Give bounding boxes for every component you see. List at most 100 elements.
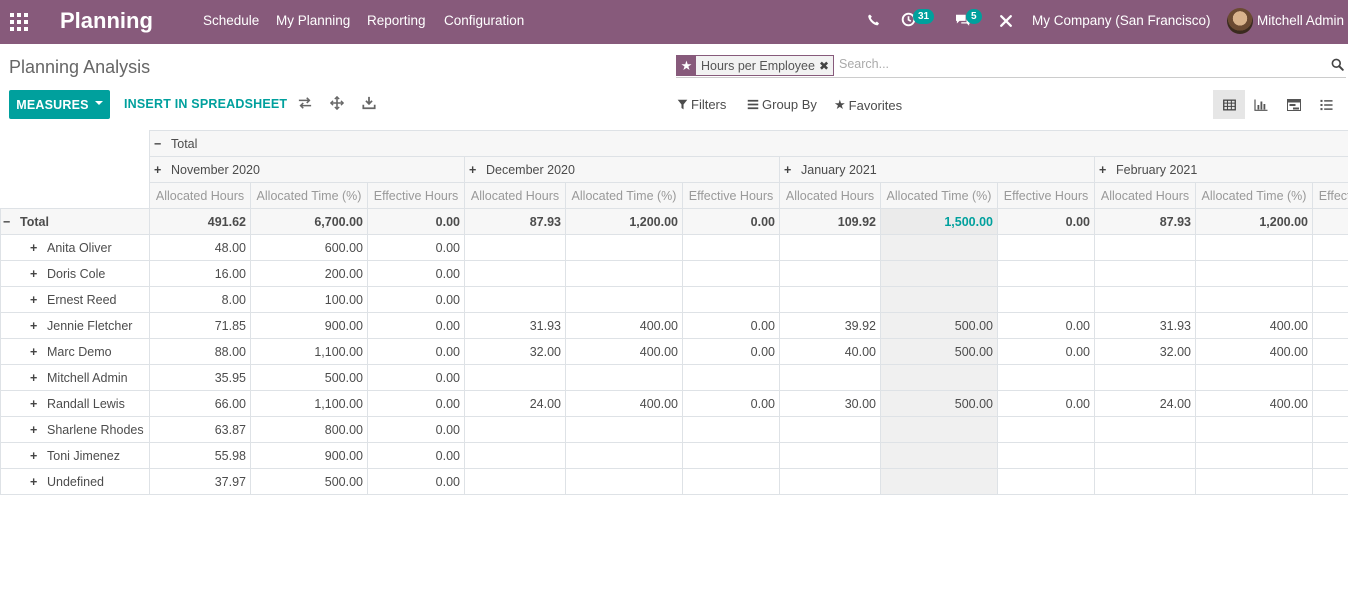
pivot-cell[interactable]: 1,200.00 — [1195, 208, 1313, 235]
pivot-cell[interactable]: 0.00 — [682, 338, 780, 365]
tools-icon[interactable] — [999, 14, 1013, 28]
pivot-cell[interactable] — [464, 442, 566, 469]
pivot-cell[interactable]: 800.00 — [250, 416, 368, 443]
pivot-cell[interactable]: 0.00 — [997, 390, 1095, 417]
pivot-cell[interactable] — [464, 260, 566, 287]
pivot-cell[interactable] — [1311, 416, 1348, 443]
pivot-cell[interactable]: 0.00 — [367, 260, 465, 287]
pivot-cell[interactable] — [779, 364, 881, 391]
pivot-cell[interactable] — [565, 286, 683, 313]
pivot-cell[interactable]: 200.00 — [250, 260, 368, 287]
pivot-cell[interactable]: 500.00 — [250, 364, 368, 391]
pivot-cell[interactable]: 500.00 — [250, 468, 368, 495]
pivot-cell[interactable] — [1311, 286, 1348, 313]
menu-schedule[interactable]: Schedule — [203, 13, 259, 28]
pivot-cell[interactable] — [997, 364, 1095, 391]
pivot-cell[interactable]: 400.00 — [1195, 390, 1313, 417]
pivot-cell[interactable] — [464, 364, 566, 391]
pivot-cell[interactable]: 32.00 — [1094, 338, 1196, 365]
pivot-cell[interactable] — [880, 286, 998, 313]
pivot-cell[interactable]: 1,500.00 — [880, 208, 998, 235]
pivot-cell[interactable]: 0.00 — [367, 234, 465, 261]
pivot-cell[interactable] — [1195, 364, 1313, 391]
pivot-cell[interactable]: 55.98 — [149, 442, 251, 469]
measure-header[interactable]: Allocated Hours — [779, 182, 881, 209]
facet-remove-icon[interactable]: ✖ — [819, 59, 833, 73]
pivot-cell[interactable] — [1094, 234, 1196, 261]
col-header-month[interactable]: + February 2021 — [1093, 156, 1348, 183]
pivot-cell[interactable]: 30.00 — [779, 390, 881, 417]
pivot-cell[interactable]: 0.00 — [367, 416, 465, 443]
measure-header[interactable]: Allocated Time (%) — [250, 182, 368, 209]
pivot-cell[interactable] — [464, 286, 566, 313]
pivot-cell[interactable] — [1094, 364, 1196, 391]
pivot-cell[interactable]: 0.00 — [997, 312, 1095, 339]
pivot-cell[interactable]: 0.00 — [367, 390, 465, 417]
insert-spreadsheet-button[interactable]: INSERT IN SPREADSHEET — [124, 97, 287, 111]
pivot-cell[interactable] — [880, 416, 998, 443]
company-switcher[interactable]: My Company (San Francisco) — [1032, 13, 1211, 28]
pivot-cell[interactable] — [464, 416, 566, 443]
menu-reporting[interactable]: Reporting — [367, 13, 426, 28]
pivot-cell[interactable]: 400.00 — [565, 312, 683, 339]
col-header-month[interactable]: + November 2020 — [149, 156, 465, 183]
pivot-cell[interactable]: 0.00 — [367, 312, 465, 339]
pivot-cell[interactable]: 31.93 — [1094, 312, 1196, 339]
expand-all-icon[interactable] — [330, 96, 344, 110]
pivot-cell[interactable] — [1094, 442, 1196, 469]
pivot-cell[interactable] — [565, 416, 683, 443]
pivot-cell[interactable]: 491.62 — [149, 208, 251, 235]
pivot-cell[interactable]: 24.00 — [1094, 390, 1196, 417]
row-header-total[interactable]: − Total — [0, 208, 150, 235]
pivot-cell[interactable] — [997, 442, 1095, 469]
pivot-cell[interactable]: 0.00 — [367, 208, 465, 235]
pivot-cell[interactable]: 100.00 — [250, 286, 368, 313]
pivot-cell[interactable]: 0.00 — [682, 312, 780, 339]
pivot-cell[interactable] — [1311, 338, 1348, 365]
menu-my-planning[interactable]: My Planning — [276, 13, 350, 28]
group-by-toggle[interactable]: Group By — [747, 97, 817, 112]
pivot-cell[interactable] — [1195, 234, 1313, 261]
pivot-cell[interactable] — [779, 442, 881, 469]
pivot-cell[interactable]: 400.00 — [565, 338, 683, 365]
pivot-cell[interactable]: 400.00 — [565, 390, 683, 417]
favorites-toggle[interactable]: ★ Favorites — [834, 97, 902, 113]
pivot-cell[interactable]: 900.00 — [250, 312, 368, 339]
measure-header[interactable]: Allocated Hours — [149, 182, 251, 209]
pivot-cell[interactable] — [1311, 390, 1348, 417]
pivot-cell[interactable] — [880, 364, 998, 391]
row-header-employee[interactable]: + Toni Jimenez — [0, 442, 150, 469]
pivot-cell[interactable] — [779, 416, 881, 443]
gantt-view-button[interactable] — [1278, 90, 1310, 119]
row-header-employee[interactable]: + Ernest Reed — [0, 286, 150, 313]
pivot-cell[interactable] — [880, 468, 998, 495]
pivot-cell[interactable] — [779, 234, 881, 261]
pivot-cell[interactable] — [1195, 468, 1313, 495]
pivot-cell[interactable] — [565, 468, 683, 495]
pivot-cell[interactable]: 24.00 — [464, 390, 566, 417]
row-header-employee[interactable]: + Marc Demo — [0, 338, 150, 365]
pivot-cell[interactable] — [565, 442, 683, 469]
graph-view-button[interactable] — [1245, 90, 1277, 119]
pivot-cell[interactable]: 1,100.00 — [250, 338, 368, 365]
row-header-employee[interactable]: + Undefined — [0, 468, 150, 495]
pivot-cell[interactable] — [682, 260, 780, 287]
pivot-cell[interactable] — [1094, 286, 1196, 313]
pivot-cell[interactable]: 600.00 — [250, 234, 368, 261]
col-header-total[interactable]: − Total — [148, 130, 1348, 157]
pivot-cell[interactable]: 500.00 — [880, 312, 998, 339]
measure-header[interactable]: Effective Hours — [367, 182, 465, 209]
pivot-cell[interactable] — [464, 234, 566, 261]
pivot-cell[interactable]: 900.00 — [250, 442, 368, 469]
row-header-employee[interactable]: + Mitchell Admin — [0, 364, 150, 391]
pivot-cell[interactable] — [565, 234, 683, 261]
pivot-cell[interactable]: 87.93 — [464, 208, 566, 235]
pivot-cell[interactable] — [565, 260, 683, 287]
pivot-cell[interactable] — [565, 364, 683, 391]
pivot-cell[interactable]: 0.00 — [367, 442, 465, 469]
pivot-cell[interactable]: 1,200.00 — [565, 208, 683, 235]
pivot-cell[interactable]: 0.00 — [682, 390, 780, 417]
measures-button[interactable]: MEASURES — [9, 90, 110, 119]
measure-header[interactable]: Effective Hours — [1311, 182, 1348, 209]
pivot-cell[interactable] — [779, 468, 881, 495]
